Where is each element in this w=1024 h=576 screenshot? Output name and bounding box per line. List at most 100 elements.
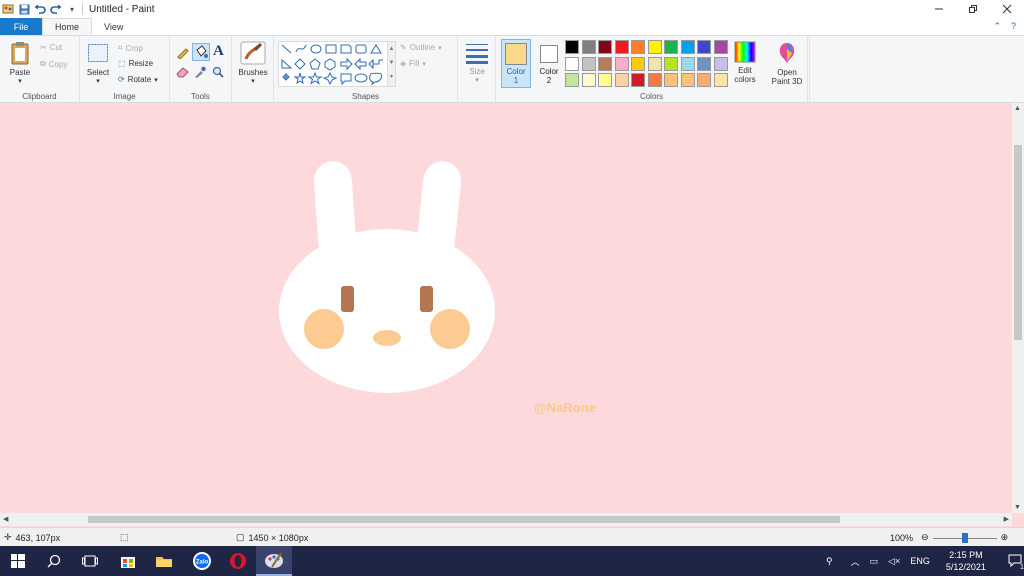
undo-icon[interactable] [32, 1, 48, 17]
palette-swatch[interactable] [581, 56, 596, 71]
zoom-in-icon[interactable]: ⊕ [1001, 532, 1009, 543]
scroll-left-icon[interactable]: ◀ [3, 515, 8, 523]
zoom-out-icon[interactable]: ⊖ [921, 532, 929, 543]
rotate-icon: ⟳ [118, 75, 125, 84]
save-icon[interactable] [16, 1, 32, 17]
palette-swatch[interactable] [614, 73, 629, 87]
color1-button[interactable]: Color 1 [501, 39, 531, 88]
selection-size-icon: ⬚ [120, 532, 129, 542]
fill-button[interactable]: ◈ Fill ▾ [400, 59, 426, 68]
canvas-area[interactable]: @NaRone [0, 103, 1024, 528]
palette-swatch[interactable] [598, 56, 612, 71]
tab-view[interactable]: View [92, 18, 135, 35]
pencil-icon[interactable] [176, 45, 190, 59]
palette-swatch[interactable] [631, 73, 645, 87]
start-button[interactable] [0, 546, 36, 576]
palette-swatch[interactable] [680, 40, 695, 54]
rotate-button[interactable]: ⟳ Rotate ▾ [118, 75, 158, 84]
edit-colors-button[interactable]: Edit colors [730, 41, 760, 84]
palette-swatch[interactable] [647, 40, 662, 54]
notification-center-button[interactable]: 1 [1008, 554, 1024, 571]
open-paint3d-button[interactable]: Open Paint 3D [768, 41, 806, 86]
help-icon[interactable]: ? [1011, 21, 1016, 32]
magnifier-icon[interactable] [212, 66, 224, 78]
palette-swatch[interactable] [581, 40, 596, 54]
brushes-dropdown-icon: ▾ [251, 78, 255, 85]
tab-file[interactable]: File [0, 18, 42, 35]
shapes-gallery[interactable] [278, 41, 388, 87]
vertical-scrollbar[interactable]: ▲ ▼ [1012, 103, 1024, 513]
palette-swatch[interactable] [680, 73, 695, 87]
select-button[interactable]: Select ▾ [86, 43, 110, 86]
rotate-dropdown-icon: ▾ [154, 76, 158, 84]
people-icon[interactable]: ⚲ [826, 556, 833, 567]
taskbar-opera[interactable] [220, 546, 256, 576]
taskbar-paint[interactable] [256, 546, 292, 576]
image-dimensions: ▢ 1450 × 1080px [236, 532, 308, 543]
color-picker-icon[interactable] [194, 66, 206, 78]
palette-swatch[interactable] [614, 56, 629, 71]
show-hidden-icons[interactable]: ︿ [851, 555, 860, 568]
palette-swatch[interactable] [581, 73, 596, 87]
minimize-button[interactable] [922, 0, 956, 18]
customize-quick-access-icon[interactable]: ▾ [64, 1, 80, 17]
clock[interactable]: 2:15 PM 5/12/2021 [946, 549, 986, 573]
palette-swatch[interactable] [713, 56, 728, 71]
crop-button[interactable]: ⌗ Crop [118, 43, 143, 53]
search-button[interactable] [36, 546, 72, 576]
horizontal-scroll-thumb[interactable] [88, 516, 840, 523]
palette-swatch[interactable] [565, 73, 579, 87]
zoom-slider[interactable] [932, 532, 997, 543]
scroll-down-icon[interactable]: ▼ [1014, 504, 1021, 511]
palette-swatch[interactable] [614, 40, 629, 54]
palette-swatch[interactable] [697, 56, 711, 71]
redo-icon[interactable] [48, 1, 64, 17]
paste-button[interactable]: Paste ▾ [6, 41, 34, 86]
palette-swatch[interactable] [631, 40, 645, 54]
taskbar-app-store[interactable] [110, 546, 146, 576]
palette-swatch[interactable] [565, 40, 579, 54]
battery-icon[interactable]: ▭ [870, 556, 879, 567]
drawing-canvas[interactable]: @NaRone [0, 103, 1012, 513]
color2-button[interactable]: Color 2 [534, 39, 564, 88]
cut-button[interactable]: ✂ Cut [40, 43, 62, 52]
copy-button[interactable]: ⧉ Copy [40, 59, 67, 69]
palette-swatch[interactable] [664, 56, 678, 71]
palette-swatch[interactable] [697, 73, 711, 87]
close-button[interactable] [990, 0, 1024, 18]
palette-swatch[interactable] [631, 56, 645, 71]
palette-swatch[interactable] [680, 56, 695, 71]
palette-swatch[interactable] [598, 40, 612, 54]
scroll-right-icon[interactable]: ▶ [1004, 515, 1009, 523]
collapse-ribbon-icon[interactable]: ⌃ [993, 21, 1001, 32]
palette-swatch[interactable] [565, 56, 579, 71]
vertical-scroll-thumb[interactable] [1014, 145, 1022, 340]
paint-app-icon[interactable] [0, 1, 16, 17]
palette-swatch[interactable] [713, 73, 728, 87]
size-button[interactable]: Size ▾ [462, 42, 492, 85]
palette-swatch[interactable] [713, 40, 728, 54]
outline-button[interactable]: ✎ Outline ▾ [400, 43, 442, 52]
input-language[interactable]: ENG [910, 556, 930, 566]
tab-home[interactable]: Home [42, 18, 93, 35]
palette-swatch[interactable] [598, 73, 612, 87]
palette-swatch[interactable] [647, 56, 662, 71]
restore-button[interactable] [956, 0, 990, 18]
brushes-button[interactable]: Brushes ▾ [235, 41, 271, 86]
palette-swatch[interactable] [697, 40, 711, 54]
taskbar-zalo[interactable]: Zalo [184, 546, 220, 576]
scroll-up-icon[interactable]: ▲ [1014, 105, 1021, 112]
resize-button[interactable]: ⬚ Resize [118, 59, 153, 68]
zoom-slider-thumb[interactable] [961, 532, 968, 543]
task-view-button[interactable] [72, 546, 108, 576]
fill-tool-button[interactable] [192, 43, 210, 61]
shapes-scroll[interactable]: ▲ ▼ ▾ [387, 41, 396, 87]
text-tool-icon[interactable]: A [213, 43, 224, 60]
palette-swatch[interactable] [664, 40, 678, 54]
volume-muted-icon[interactable]: ◁× [888, 556, 900, 567]
taskbar-file-explorer[interactable] [146, 546, 182, 576]
horizontal-scrollbar[interactable]: ◀ ▶ [0, 513, 1012, 526]
eraser-icon[interactable] [176, 66, 190, 78]
palette-swatch[interactable] [647, 73, 662, 87]
palette-swatch[interactable] [664, 73, 678, 87]
